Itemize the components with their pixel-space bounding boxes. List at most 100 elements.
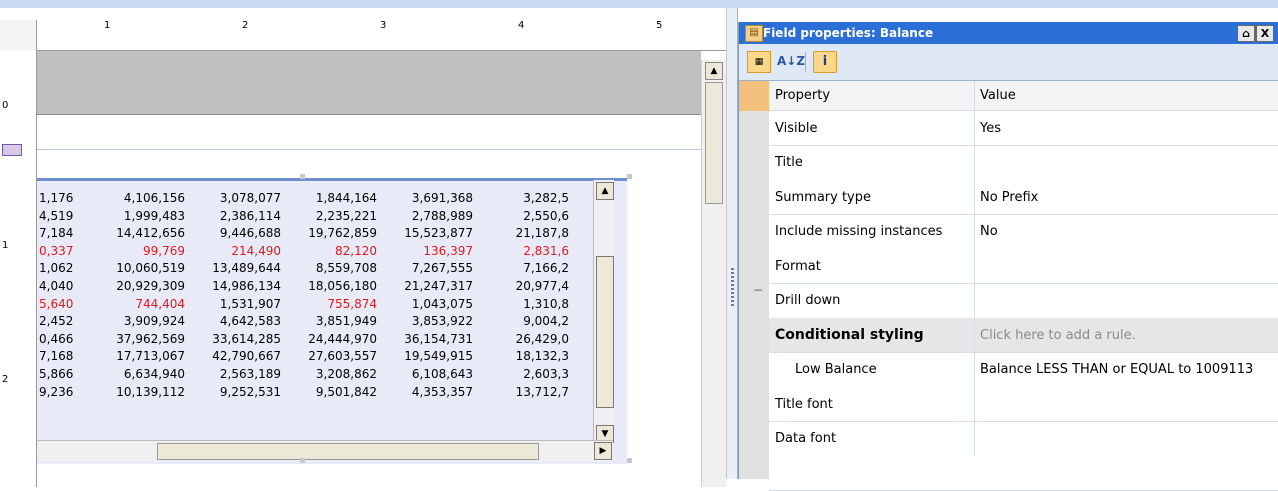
table-cell: 2,550,6 [523, 208, 569, 223]
table-cell: 5,640 [39, 296, 74, 311]
panel-splitter[interactable] [727, 8, 738, 479]
ruler-corner [0, 20, 37, 50]
close-icon: X [1260, 27, 1270, 40]
property-pages-icon[interactable]: i [813, 51, 837, 73]
table-cell: 21,247,317 [404, 279, 473, 293]
table-cell: 14,412,656 [116, 226, 185, 241]
property-row-title-font[interactable]: Title font [769, 387, 1278, 422]
table-cell: 6,634,940 [123, 367, 185, 381]
canvas-vertical-scrollbar[interactable]: ▲ [701, 60, 726, 487]
property-name: Conditional styling [775, 327, 924, 343]
table-cell: 82,120 [335, 243, 377, 258]
property-row-visible[interactable]: Visible Yes [769, 111, 1278, 146]
table-cell: 744,404 [135, 296, 185, 311]
property-value[interactable] [974, 387, 1278, 421]
resize-handle[interactable] [627, 458, 632, 463]
table-cell: 15,523,877 [404, 226, 473, 241]
table-cell: 14,986,134 [212, 279, 281, 293]
property-gutter [739, 81, 769, 479]
collapse-icon[interactable]: − [753, 283, 763, 297]
table-cell: 755,874 [327, 296, 377, 311]
scroll-thumb[interactable] [596, 256, 614, 408]
table-cell: 10,139,112 [116, 384, 185, 399]
property-value[interactable]: Balance LESS THAN or EQUAL to 1009113 [974, 352, 1278, 387]
report-designer-canvas[interactable]: 1 2 3 4 5 0 1 2 1,176 4,106,156 3,078,077 1… [0, 8, 727, 487]
table-row: 1,062 10,060,519 13,489,644 8,559,708 7,267,… [37, 261, 627, 278]
properties-toolbar: ▦ A↓Z i [739, 44, 1278, 81]
scroll-up-icon[interactable]: ▲ [705, 62, 723, 80]
table-horizontal-scrollbar[interactable]: ▶ [37, 440, 613, 461]
sort-az-icon[interactable]: A↓Z [777, 51, 805, 71]
table-cell: 9,004,2 [523, 314, 569, 329]
property-value[interactable]: No Prefix [974, 180, 1278, 214]
table-cell: 4,519 [39, 208, 74, 223]
vertical-ruler: 0 1 2 [0, 50, 37, 487]
table-cell: 4,353,357 [411, 384, 473, 399]
scroll-thumb[interactable] [157, 443, 539, 460]
scroll-right-icon[interactable]: ▶ [594, 442, 612, 460]
splitter-grip-icon[interactable] [731, 268, 734, 308]
property-row-summary-type[interactable]: Summary type No Prefix [769, 180, 1278, 215]
scroll-up-icon[interactable]: ▲ [596, 182, 614, 200]
table-cell: 2,452 [39, 314, 74, 329]
property-row-low-balance[interactable]: Low Balance Balance LESS THAN or EQUAL to… [769, 352, 1278, 388]
pin-button[interactable]: ⌂ [1237, 25, 1255, 42]
ruler-mark: 1 [2, 240, 9, 251]
property-value[interactable]: No [974, 214, 1278, 249]
table-cell: 27,603,557 [308, 349, 377, 364]
data-table[interactable]: 1,176 4,106,156 3,078,077 1,844,164 3,691,36… [37, 178, 627, 464]
table-cell: 1,062 [39, 261, 74, 276]
table-cell: 13,489,644 [212, 261, 281, 276]
property-name: Title font [775, 396, 833, 412]
table-cell: 10,060,519 [116, 261, 185, 276]
resize-handle[interactable] [300, 174, 305, 179]
table-cell: 7,184 [39, 226, 74, 241]
property-value[interactable] [974, 145, 1278, 180]
table-cell: 37,962,569 [116, 331, 185, 346]
table-cell: 1,844,164 [315, 191, 377, 205]
table-cell: 7,168 [39, 349, 74, 364]
table-row: 5,866 6,634,940 2,563,189 3,208,862 6,108,64… [37, 367, 627, 384]
table-row: 5,640 744,404 1,531,907 755,874 1,043,075 1,3… [37, 297, 627, 314]
resize-handle[interactable] [300, 458, 305, 463]
close-button[interactable]: X [1256, 25, 1274, 42]
table-cell: 9,501,842 [315, 384, 377, 399]
table-cell: 2,788,989 [411, 208, 473, 223]
table-row: 4,519 1,999,483 2,386,114 2,235,221 2,788,98… [37, 209, 627, 226]
table-cell: 19,549,915 [404, 349, 473, 364]
property-row-data-font[interactable]: Data font [769, 421, 1278, 457]
table-vertical-scrollbar[interactable]: ▲ ▼ [593, 180, 614, 444]
property-row-include-missing-instances[interactable]: Include missing instances No [769, 214, 1278, 250]
property-value[interactable] [974, 249, 1278, 283]
resize-handle[interactable] [627, 174, 632, 179]
field-properties-panel: ▤ Field properties: Balance ⌂ X ▦ A↓Z i … [738, 22, 1278, 491]
property-row-conditional-styling[interactable]: Conditional styling Click here to add a r… [769, 318, 1278, 353]
property-value[interactable]: Yes [974, 111, 1278, 145]
property-row-format[interactable]: Format [769, 249, 1278, 284]
property-name: Data font [775, 431, 837, 446]
categorized-icon[interactable]: ▦ [747, 51, 771, 73]
property-name: Include missing instances [775, 224, 943, 239]
table-cell: 2,235,221 [315, 208, 377, 223]
section-marker-icon[interactable] [2, 144, 22, 156]
property-row-drill-down[interactable]: Drill down [769, 283, 1278, 319]
pin-icon: ⌂ [1242, 27, 1250, 40]
property-value[interactable] [974, 421, 1278, 456]
value-column-header: Value [974, 81, 1278, 110]
table-cell: 19,762,859 [308, 226, 377, 241]
table-cell: 0,466 [39, 331, 74, 346]
property-value[interactable]: Click here to add a rule. [974, 318, 1278, 352]
table-cell: 36,154,731 [404, 331, 473, 346]
property-name: Title [775, 155, 803, 170]
property-value[interactable] [974, 283, 1278, 318]
table-cell: 2,831,6 [523, 243, 569, 258]
table-cell: 1,999,483 [123, 208, 185, 223]
table-cell: 4,642,583 [219, 314, 281, 329]
property-row-title[interactable]: Title [769, 145, 1278, 181]
ruler-mark: 0 [2, 100, 9, 111]
table-cell: 3,691,368 [411, 191, 473, 205]
property-name: Summary type [775, 189, 871, 205]
scroll-thumb[interactable] [705, 82, 723, 204]
table-cell: 4,106,156 [123, 191, 185, 205]
ruler-mark: 4 [518, 20, 525, 31]
